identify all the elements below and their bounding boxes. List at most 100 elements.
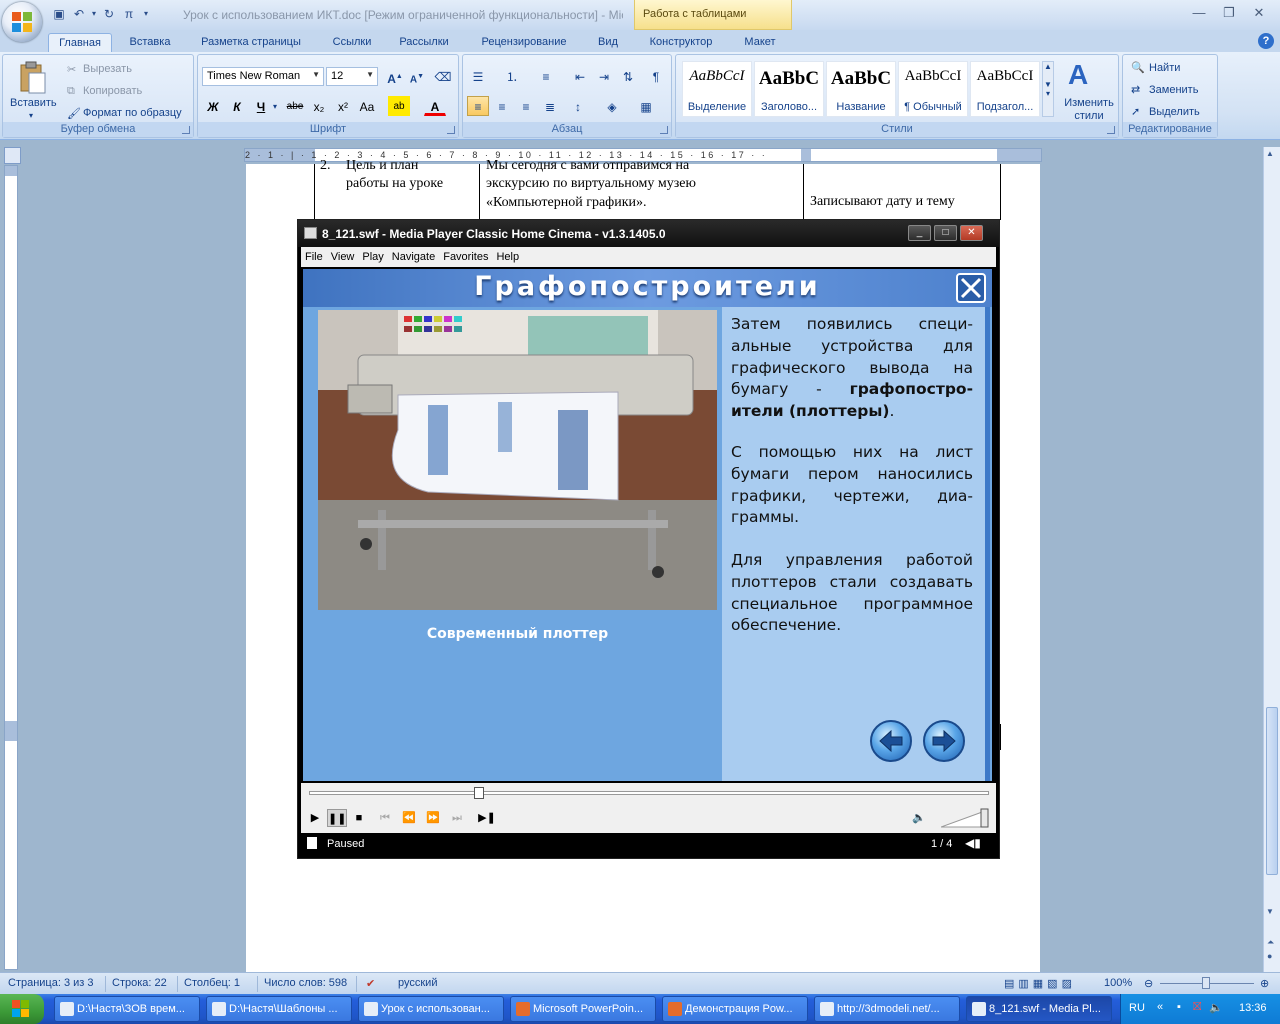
- prev-page-icon[interactable]: ⏶: [1267, 937, 1274, 948]
- restore-icon[interactable]: ❐: [1216, 4, 1242, 22]
- zoom-level[interactable]: 100%: [1104, 977, 1132, 989]
- view-buttons[interactable]: ▤▥▦▧▨: [1004, 977, 1076, 990]
- proofing-icon[interactable]: ✔: [366, 977, 375, 990]
- highlight-icon[interactable]: ab: [388, 96, 410, 116]
- volume-slider[interactable]: [941, 807, 989, 829]
- font-launcher-icon[interactable]: [447, 126, 455, 134]
- italic-button[interactable]: К: [226, 96, 248, 116]
- font-name-combo[interactable]: Times New Roman ▼: [202, 67, 324, 86]
- volume-icon[interactable]: 🔈: [1209, 1001, 1223, 1014]
- skip-forward-icon[interactable]: ⏭: [447, 809, 467, 827]
- fast-forward-icon[interactable]: ⏩: [423, 809, 443, 827]
- decrease-indent-icon[interactable]: ⇤: [569, 66, 591, 86]
- status-column[interactable]: Столбец: 1: [184, 977, 240, 989]
- format-painter-button[interactable]: Формат по образцу: [83, 107, 182, 119]
- paste-icon[interactable]: [11, 59, 51, 99]
- tab-layout[interactable]: Макет: [734, 33, 786, 52]
- superscript-button[interactable]: x²: [332, 96, 354, 116]
- menu-play[interactable]: Play: [358, 251, 387, 263]
- office-button[interactable]: [2, 2, 42, 42]
- replace-button[interactable]: Заменить: [1149, 84, 1198, 96]
- tab-references[interactable]: Ссылки: [322, 33, 382, 52]
- paste-dropdown-icon[interactable]: ▾: [29, 111, 33, 120]
- show-formatting-icon[interactable]: ¶: [645, 66, 667, 86]
- menu-favorites[interactable]: Favorites: [439, 251, 492, 263]
- vertical-ruler[interactable]: [4, 165, 18, 970]
- mpc-close-icon[interactable]: ✕: [960, 225, 983, 241]
- grow-font-icon[interactable]: A▲: [384, 66, 406, 86]
- redo-icon[interactable]: ↻: [100, 5, 118, 23]
- status-page[interactable]: Страница: 3 из 3: [8, 977, 94, 989]
- style-emphasis[interactable]: AaBbCcI Выделение: [682, 61, 752, 117]
- customize-qat-icon[interactable]: ▾: [140, 5, 152, 23]
- replace-icon[interactable]: ⇄: [1131, 83, 1140, 96]
- borders-icon[interactable]: ▦: [635, 96, 657, 116]
- seek-bar[interactable]: [301, 783, 996, 803]
- menu-file[interactable]: File: [301, 251, 327, 263]
- pi-symbol-icon[interactable]: π: [120, 5, 138, 23]
- status-line[interactable]: Строка: 22: [112, 977, 167, 989]
- tab-mailings[interactable]: Рассылки: [390, 33, 458, 52]
- show-hidden-icons-icon[interactable]: «: [1157, 1001, 1163, 1013]
- style-title[interactable]: AaBbC Название: [826, 61, 896, 117]
- ruler-toggle-icon[interactable]: [4, 147, 21, 164]
- vertical-scrollbar[interactable]: ▲ ▼ ⏶ ●: [1263, 147, 1280, 972]
- mpc-maximize-icon[interactable]: □: [934, 225, 957, 241]
- find-icon[interactable]: 🔍: [1131, 61, 1145, 74]
- save-icon[interactable]: ▣: [50, 5, 68, 23]
- taskbar-item[interactable]: D:\Настя\ЗОВ врем...: [54, 996, 200, 1022]
- scrollbar-thumb[interactable]: [1266, 707, 1278, 875]
- slide-close-icon[interactable]: [956, 273, 986, 303]
- taskbar-item[interactable]: Урок с использован...: [358, 996, 504, 1022]
- cut-button[interactable]: Вырезать: [83, 63, 132, 75]
- align-right-icon[interactable]: ≡: [515, 96, 537, 116]
- tab-page-layout[interactable]: Разметка страницы: [190, 33, 312, 52]
- strikethrough-button[interactable]: abe: [284, 96, 306, 116]
- select-button[interactable]: Выделить: [1149, 106, 1200, 118]
- scroll-down-icon[interactable]: ▼: [1266, 907, 1274, 916]
- scroll-up-icon[interactable]: ▲: [1266, 149, 1274, 158]
- pause-icon[interactable]: ❚❚: [327, 809, 347, 827]
- copy-button[interactable]: Копировать: [83, 85, 142, 97]
- menu-view[interactable]: View: [327, 251, 359, 263]
- styles-scroll[interactable]: ▲ ▼ ▾: [1042, 61, 1054, 117]
- tab-view[interactable]: Вид: [588, 33, 628, 52]
- paste-button[interactable]: Вставить: [10, 97, 57, 109]
- tray-app-icon[interactable]: ▪: [1177, 1001, 1181, 1013]
- shading-icon[interactable]: ◈: [601, 96, 623, 116]
- find-button[interactable]: Найти: [1149, 62, 1180, 74]
- subscript-button[interactable]: x₂: [308, 96, 330, 116]
- clock[interactable]: 13:36: [1239, 1002, 1267, 1014]
- underline-button[interactable]: Ч: [250, 96, 272, 116]
- frame-step-icon[interactable]: ▶❚: [477, 809, 497, 827]
- tab-review[interactable]: Рецензирование: [468, 33, 580, 52]
- change-styles-icon[interactable]: A: [1068, 59, 1088, 91]
- zoom-out-icon[interactable]: ⊖: [1144, 977, 1153, 990]
- status-language[interactable]: русский: [398, 977, 437, 989]
- clipboard-launcher-icon[interactable]: [182, 126, 190, 134]
- mpc-title-bar[interactable]: 8_121.swf - Media Player Classic Home Ci…: [298, 220, 999, 247]
- shrink-font-icon[interactable]: A▼: [406, 66, 428, 86]
- volume-speaker-icon[interactable]: 🔈: [909, 809, 929, 827]
- stop-icon[interactable]: ■: [349, 809, 369, 827]
- font-color-icon[interactable]: A: [424, 96, 446, 116]
- sort-icon[interactable]: ⇅: [617, 66, 639, 86]
- style-normal[interactable]: AaBbCcI ¶ Обычный: [898, 61, 968, 117]
- style-subtitle[interactable]: AaBbCcI Подзагол...: [970, 61, 1040, 117]
- cut-icon[interactable]: ✂: [67, 63, 76, 76]
- copy-icon[interactable]: ⧉: [67, 85, 75, 98]
- minimize-icon[interactable]: —: [1186, 4, 1212, 22]
- tab-design[interactable]: Конструктор: [640, 33, 722, 52]
- underline-dropdown-icon[interactable]: ▾: [270, 96, 280, 116]
- multilevel-list-icon[interactable]: ≡: [535, 66, 557, 86]
- slide-forward-button[interactable]: [923, 720, 965, 762]
- change-styles-button[interactable]: Изменить стили: [1060, 97, 1118, 123]
- help-icon[interactable]: ?: [1258, 33, 1274, 49]
- rewind-icon[interactable]: ⏪: [399, 809, 419, 827]
- taskbar-item[interactable]: http://3dmodeli.net/...: [814, 996, 960, 1022]
- taskbar-item-active[interactable]: 8_121.swf - Media Pl...: [966, 996, 1112, 1022]
- bold-button[interactable]: Ж: [202, 96, 224, 116]
- clear-format-icon[interactable]: ⌫: [432, 66, 454, 86]
- language-indicator[interactable]: RU: [1129, 1002, 1145, 1014]
- browse-object-icon[interactable]: ●: [1267, 951, 1272, 961]
